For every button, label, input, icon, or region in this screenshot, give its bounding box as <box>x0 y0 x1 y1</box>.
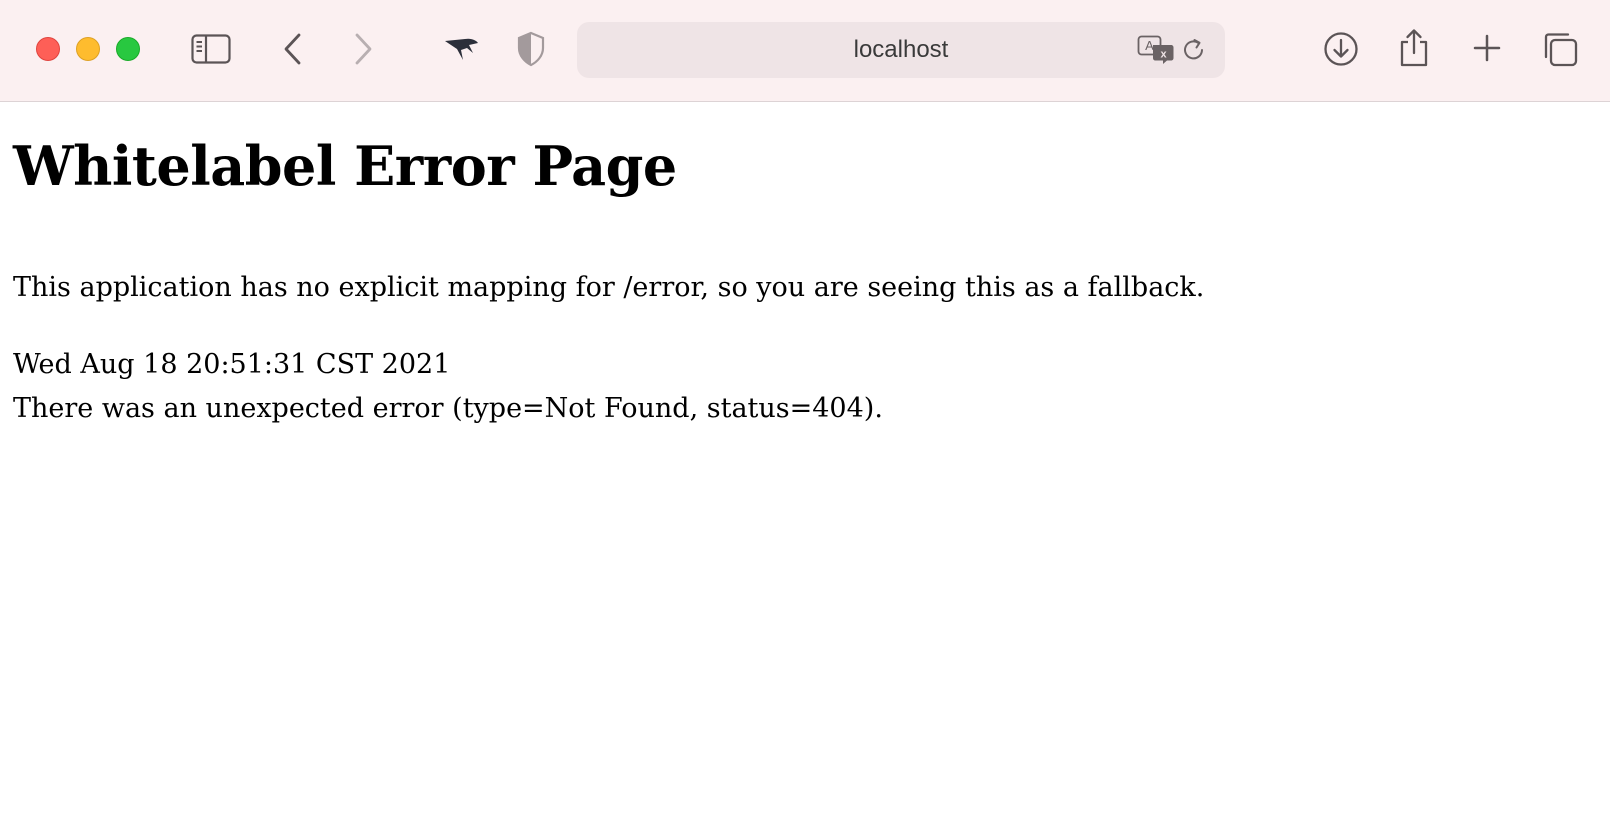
reload-icon[interactable] <box>1179 35 1209 65</box>
zoom-window-button[interactable] <box>116 37 140 61</box>
tab-overview-icon[interactable] <box>1541 30 1579 68</box>
bird-icon[interactable] <box>442 32 480 64</box>
chevron-left-icon[interactable] <box>278 30 308 68</box>
minimize-window-button[interactable] <box>76 37 100 61</box>
page-title: Whitelabel Error Page <box>13 134 677 198</box>
page-content: Whitelabel Error Page This application h… <box>13 102 1593 429</box>
browser-window: localhost A x Whitelabel Error Page This… <box>0 0 1610 826</box>
browser-toolbar: localhost A x <box>0 0 1610 102</box>
translate-icon[interactable]: A x <box>1136 35 1176 65</box>
close-window-button[interactable] <box>36 37 60 61</box>
address-text: localhost <box>853 36 949 63</box>
error-message: There was an unexpected error (type=Not … <box>13 393 883 424</box>
chevron-right-icon[interactable] <box>348 30 378 68</box>
svg-text:x: x <box>1160 49 1167 61</box>
shield-icon[interactable] <box>514 30 548 68</box>
download-icon[interactable] <box>1322 30 1360 68</box>
error-timestamp: Wed Aug 18 20:51:31 CST 2021 <box>13 349 451 380</box>
sidebar-icon[interactable] <box>190 30 232 68</box>
share-icon[interactable] <box>1396 26 1432 70</box>
address-bar[interactable]: localhost A x <box>577 22 1225 78</box>
plus-icon[interactable] <box>1470 31 1504 65</box>
error-description: This application has no explicit mapping… <box>13 272 1205 303</box>
svg-text:A: A <box>1145 38 1154 53</box>
